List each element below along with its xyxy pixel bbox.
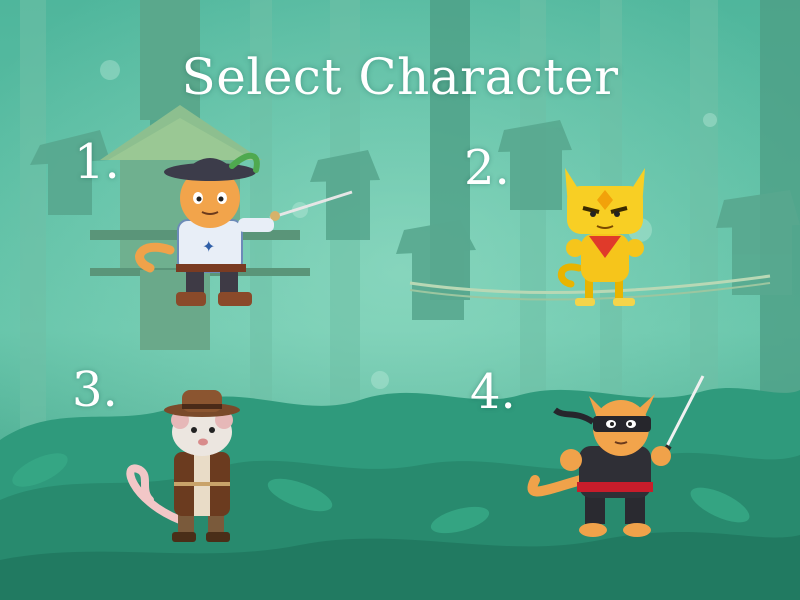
character-4-option[interactable] — [515, 370, 715, 550]
explorer-rat-icon — [126, 390, 240, 542]
ninja-cat-icon — [527, 375, 705, 537]
character-2-number: 2. — [464, 140, 510, 196]
character-select-screen: Select Character 1. 2. 3. 4. ✦ — [0, 0, 800, 600]
page-title: Select Character — [181, 48, 619, 106]
yellow-pixel-cat-icon — [558, 168, 645, 306]
character-1-option[interactable]: ✦ — [110, 140, 360, 320]
musketeer-cat-icon: ✦ — [135, 153, 353, 306]
svg-text:✦: ✦ — [202, 237, 215, 256]
character-3-option[interactable] — [120, 380, 280, 550]
character-2-option[interactable] — [545, 150, 665, 310]
character-4-number: 4. — [470, 364, 516, 420]
character-3-number: 3. — [72, 362, 118, 418]
